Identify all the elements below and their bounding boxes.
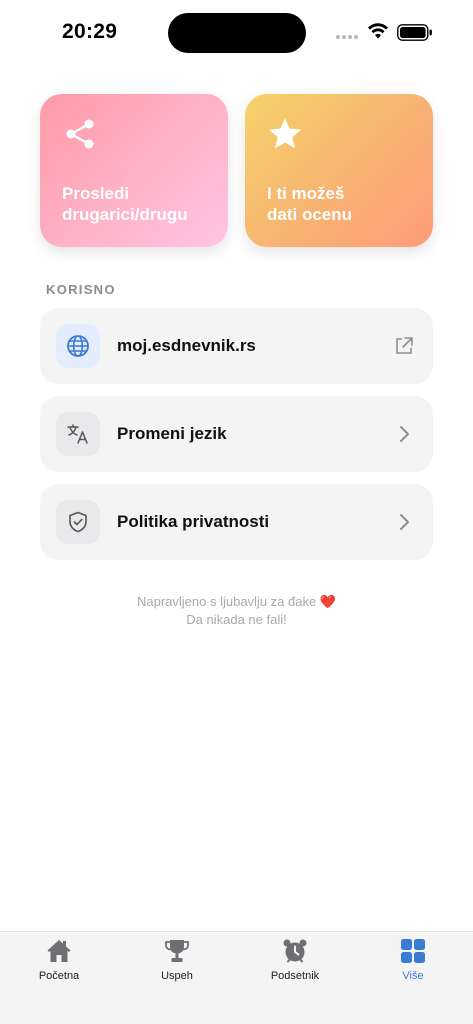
privacy-row[interactable]: Politika privatnosti bbox=[40, 484, 433, 560]
wifi-icon bbox=[368, 23, 388, 39]
tab-bar: Početna Uspeh Podsetnik Više bbox=[0, 931, 473, 1024]
dynamic-island bbox=[168, 13, 306, 53]
rate-card-label: I ti možeš dati ocenu bbox=[267, 184, 353, 224]
battery-icon bbox=[397, 24, 432, 41]
globe-icon bbox=[67, 335, 89, 357]
chevron-right-icon bbox=[400, 426, 409, 442]
tab-reminder-label: Podsetnik bbox=[270, 970, 320, 982]
privacy-label: Politika privatnosti bbox=[117, 512, 270, 531]
tab-home[interactable]: Početna bbox=[9, 938, 109, 990]
footer-line-2: Da nikada ne fali! bbox=[186, 612, 287, 627]
external-link-icon bbox=[396, 337, 413, 354]
tab-more-label: Više bbox=[402, 970, 424, 982]
tab-home-label: Početna bbox=[38, 970, 80, 982]
footer-note: Napravljeno s ljubavlju za đake ❤️ Da ni… bbox=[0, 593, 473, 629]
star-icon bbox=[269, 118, 301, 149]
tab-more[interactable]: Više bbox=[363, 938, 463, 990]
website-row[interactable]: moj.esdnevnik.rs bbox=[40, 308, 433, 384]
website-icon-box bbox=[56, 324, 100, 368]
rate-card[interactable]: I ti možeš dati ocenu bbox=[245, 94, 433, 247]
trophy-icon bbox=[165, 940, 189, 962]
section-title: KORISNO bbox=[46, 282, 116, 297]
grid-icon bbox=[401, 939, 425, 963]
tab-reminder[interactable]: Podsetnik bbox=[245, 938, 345, 990]
tab-success[interactable]: Uspeh bbox=[127, 938, 227, 990]
status-bar: 20:29 bbox=[0, 0, 473, 64]
status-time: 20:29 bbox=[62, 20, 118, 43]
translate-icon bbox=[67, 424, 88, 444]
heart-icon: ❤️ bbox=[319, 594, 337, 609]
language-row[interactable]: Promeni jezik bbox=[40, 396, 433, 472]
action-cards: Prosledi drugarici/drugu I ti možeš dati… bbox=[40, 94, 433, 247]
home-icon bbox=[47, 940, 71, 962]
share-card[interactable]: Prosledi drugarici/drugu bbox=[40, 94, 228, 247]
tab-success-label: Uspeh bbox=[161, 970, 193, 982]
cellular-signal-icon bbox=[336, 35, 360, 39]
shield-check-icon bbox=[69, 511, 87, 533]
alarm-clock-icon bbox=[283, 939, 307, 963]
language-icon-box bbox=[56, 412, 100, 456]
chevron-right-icon bbox=[400, 514, 409, 530]
language-label: Promeni jezik bbox=[117, 424, 227, 443]
privacy-icon-box bbox=[56, 500, 100, 544]
share-card-label: Prosledi drugarici/drugu bbox=[62, 184, 188, 224]
website-label: moj.esdnevnik.rs bbox=[117, 336, 256, 355]
share-icon bbox=[66, 119, 94, 149]
footer-line-1: Napravljeno s ljubavlju za đake ❤️ bbox=[136, 594, 337, 609]
